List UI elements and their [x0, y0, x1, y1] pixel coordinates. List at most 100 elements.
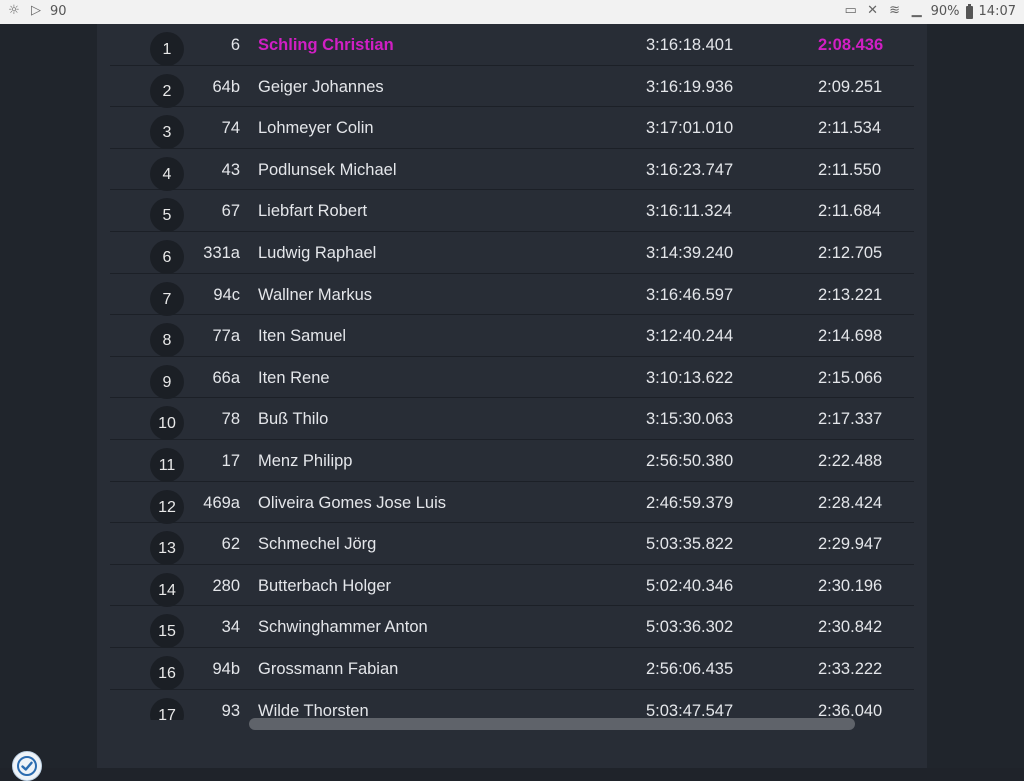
best-lap-time: 2:12.705: [818, 243, 883, 262]
table-row[interactable]: 5 67 Liebfart Robert 3:16:11.324 2:11.684: [110, 190, 914, 233]
battery-icon: [965, 3, 973, 19]
table-row[interactable]: 8 77a Iten Samuel 3:12:40.244 2:14.698: [110, 315, 914, 358]
driver-name: Menz Philipp: [258, 451, 353, 470]
total-time: 3:16:23.747: [646, 160, 734, 179]
total-time: 3:12:40.244: [646, 327, 734, 346]
signal-icon: ▁: [911, 3, 922, 18]
best-lap-time: 2:11.534: [818, 119, 882, 138]
wifi-icon: ≋: [889, 3, 901, 18]
driver-name: Schling Christian: [258, 36, 394, 54]
driver-name: Liebfart Robert: [258, 202, 368, 221]
results-panel: 1 6 Schling Christian 3:16:18.401 2:08.436 2 6…: [97, 24, 927, 768]
total-time: 3:10:13.622: [646, 368, 734, 387]
start-number: 6: [230, 36, 240, 54]
position-badge: 16: [150, 655, 184, 690]
table-row[interactable]: 7 94c Wallner Markus 3:16:46.597 2:13.221: [110, 274, 914, 316]
table-row[interactable]: 10 78 Buß Thilo 3:15:30.063 2:17.337: [110, 398, 914, 441]
start-number: 64b: [212, 77, 240, 96]
horizontal-scrollbar[interactable]: [249, 718, 855, 730]
total-time: 3:16:19.936: [646, 77, 734, 96]
total-time: 2:56:50.380: [646, 451, 734, 470]
table-row[interactable]: 14 280 Butterbach Holger 5:02:40.346 2:30.19…: [110, 565, 914, 607]
position-badge: 2: [150, 73, 184, 108]
driver-name: Schwinghammer Anton: [258, 618, 428, 637]
position-badge: 13: [150, 531, 184, 566]
position-badge: 7: [150, 281, 184, 316]
best-lap-time: 2:08.436: [818, 36, 884, 54]
position-badge: 8: [150, 323, 184, 358]
best-lap-time: 2:28.424: [818, 493, 883, 512]
table-row[interactable]: 4 43 Podlunsek Michael 3:16:23.747 2:11.550: [110, 149, 914, 191]
driver-name: Schmechel Jörg: [258, 535, 377, 554]
weather-icon: ☼: [8, 3, 20, 18]
start-number: 66a: [212, 368, 240, 387]
table-row[interactable]: 3 74 Lohmeyer Colin 3:17:01.010 2:11.534: [110, 107, 914, 150]
position-badge: 3: [150, 115, 184, 150]
best-lap-time: 2:15.066: [818, 368, 883, 387]
notification-count: 90: [50, 3, 67, 19]
position-badge: 4: [150, 156, 184, 191]
total-time: 3:16:46.597: [646, 285, 734, 304]
start-number: 17: [221, 451, 240, 470]
total-time: 5:02:40.346: [646, 576, 734, 595]
best-lap-time: 2:14.698: [818, 327, 883, 346]
status-bar-left: ☼ ▷ 90: [6, 3, 67, 19]
table-row[interactable]: 11 17 Menz Philipp 2:56:50.380 2:22.488: [110, 440, 914, 482]
best-lap-time: 2:29.947: [818, 535, 883, 554]
driver-name: Ludwig Raphael: [258, 243, 377, 262]
table-row[interactable]: 2 64b Geiger Johannes 3:16:19.936 2:09.251: [110, 66, 914, 108]
play-store-icon: ▷: [31, 3, 41, 18]
driver-name: Butterbach Holger: [258, 576, 391, 595]
start-number: 93: [221, 701, 240, 720]
driver-name: Podlunsek Michael: [258, 160, 397, 179]
total-time: 3:17:01.010: [646, 119, 734, 138]
total-time: 2:56:06.435: [646, 659, 734, 678]
results-page: 1 6 Schling Christian 3:16:18.401 2:08.436 2 6…: [0, 24, 1024, 781]
total-time: 3:16:11.324: [646, 202, 732, 221]
table-row[interactable]: 6 331a Ludwig Raphael 3:14:39.240 2:12.705: [110, 232, 914, 274]
best-lap-time: 2:22.488: [818, 451, 883, 470]
total-time: 5:03:35.822: [646, 535, 734, 554]
table-row[interactable]: 15 34 Schwinghammer Anton 5:03:36.302 2:30.8…: [110, 606, 914, 649]
verified-badge-icon[interactable]: [12, 751, 42, 781]
start-number: 331a: [203, 243, 240, 262]
table-row[interactable]: 16 94b Grossmann Fabian 2:56:06.435 2:33.222: [110, 648, 914, 690]
position-badge: 1: [150, 32, 184, 66]
best-lap-time: 2:11.684: [818, 202, 882, 221]
start-number: 77a: [212, 327, 240, 346]
battery-percent: 90%: [930, 3, 960, 19]
best-lap-time: 2:13.221: [818, 285, 883, 304]
best-lap-time: 2:30.842: [818, 618, 883, 637]
total-time: 3:15:30.063: [646, 410, 734, 429]
driver-name: Lohmeyer Colin: [258, 119, 374, 138]
mute-icon: ✕: [867, 3, 879, 18]
driver-name: Oliveira Gomes Jose Luis: [258, 493, 446, 512]
best-lap-time: 2:09.251: [818, 77, 883, 96]
table-row[interactable]: 12 469a Oliveira Gomes Jose Luis 2:46:59.37…: [110, 482, 914, 524]
position-badge: 10: [150, 406, 184, 441]
start-number: 78: [221, 410, 240, 429]
start-number: 43: [221, 160, 240, 179]
table-row[interactable]: 9 66a Iten Rene 3:10:13.622 2:15.066: [110, 357, 914, 399]
driver-name: Iten Rene: [258, 368, 330, 387]
driver-name: Buß Thilo: [258, 410, 329, 429]
position-badge: 6: [150, 239, 184, 274]
start-number: 94c: [213, 285, 240, 304]
start-number: 280: [212, 576, 240, 595]
driver-name: Iten Samuel: [258, 327, 347, 346]
total-time: 5:03:36.302: [646, 618, 734, 637]
clock: 14:07: [978, 3, 1016, 19]
table-row[interactable]: 13 62 Schmechel Jörg 5:03:35.822 2:29.947: [110, 523, 914, 566]
position-badge: 11: [150, 447, 184, 482]
total-time: 2:46:59.379: [646, 493, 734, 512]
table-row[interactable]: 1 6 Schling Christian 3:16:18.401 2:08.436: [110, 24, 914, 66]
best-lap-time: 2:30.196: [818, 576, 883, 595]
start-number: 94b: [212, 659, 240, 678]
driver-name: Geiger Johannes: [258, 77, 384, 96]
start-number: 34: [221, 618, 240, 637]
start-number: 469a: [203, 493, 240, 512]
start-number: 62: [221, 535, 240, 554]
table-row[interactable]: 17 93 Wilde Thorsten 5:03:47.547 2:36.040: [110, 690, 914, 720]
position-badge: 12: [150, 489, 184, 524]
results-table[interactable]: 1 6 Schling Christian 3:16:18.401 2:08.436 2 6…: [110, 24, 914, 720]
